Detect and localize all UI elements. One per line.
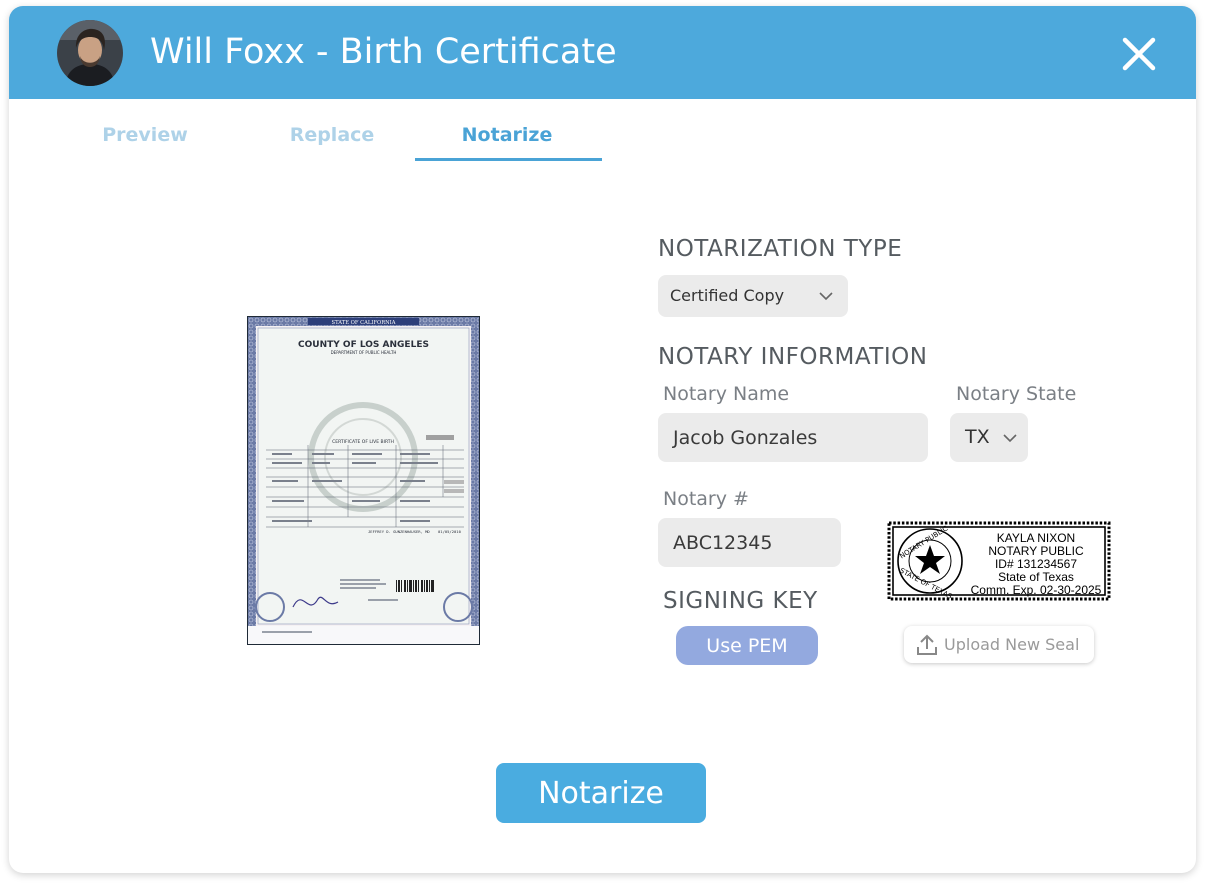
doc-date: 01/05/2010 [438,529,462,534]
dialog-title: Will Foxx - Birth Certificate [150,32,617,72]
tab-replace[interactable]: Replace [271,120,393,150]
tab-preview[interactable]: Preview [87,120,203,150]
doc-department: DEPARTMENT OF PUBLIC HEALTH [331,350,397,355]
doc-certificate-title: CERTIFICATE OF LIVE BIRTH [332,439,394,445]
upload-new-seal-button[interactable]: Upload New Seal [904,626,1094,663]
avatar [57,20,123,86]
tab-notarize[interactable]: Notarize [435,120,579,150]
notary-number-label: Notary # [663,488,749,510]
notarization-type-heading: NOTARIZATION TYPE [658,236,903,262]
seal-state: State of Texas [998,570,1074,584]
upload-icon [917,634,937,655]
doc-county: COUNTY OF LOS ANGELES [298,340,429,350]
chevron-down-icon [1003,434,1017,443]
notarize-button[interactable]: Notarize [496,763,706,823]
seal-id: ID# 131234567 [995,557,1077,571]
notary-seal: NOTARY PUBLIC STATE OF TEXAS KAYLA NIXON… [886,520,1112,602]
notary-name-input[interactable]: Jacob Gonzales [658,413,928,462]
signing-key-heading: SIGNING KEY [663,588,818,614]
notary-number-input[interactable]: ABC12345 [658,518,841,567]
notary-state-value: TX [965,426,990,448]
doc-registrar: JEFFREY D. GUNZENHAUSER, MD [368,529,430,534]
chevron-down-icon [819,292,833,301]
notary-state-label: Notary State [956,383,1077,405]
notary-name-label: Notary Name [663,383,790,405]
notarize-dialog: Will Foxx - Birth Certificate Preview Re… [9,6,1196,873]
notarization-type-value: Certified Copy [670,286,785,305]
close-icon [1122,37,1156,71]
notary-state-select[interactable]: TX [950,413,1028,462]
doc-state-banner: STATE OF CALIFORNIA [332,320,396,326]
notarization-type-select[interactable]: Certified Copy [658,275,848,317]
notary-information-heading: NOTARY INFORMATION [658,344,928,370]
seal-title: NOTARY PUBLIC [988,544,1084,558]
seal-name: KAYLA NIXON [997,531,1075,545]
close-button[interactable] [1119,34,1159,74]
active-tab-indicator [415,158,602,161]
dialog-header: Will Foxx - Birth Certificate [9,6,1196,99]
upload-new-seal-label: Upload New Seal [944,635,1080,654]
use-pem-button[interactable]: Use PEM [676,626,818,665]
seal-expiry: Comm. Exp. 02-30-2025 [971,583,1102,597]
document-preview: STATE OF CALIFORNIA COUNTY OF LOS ANGELE… [247,316,480,645]
